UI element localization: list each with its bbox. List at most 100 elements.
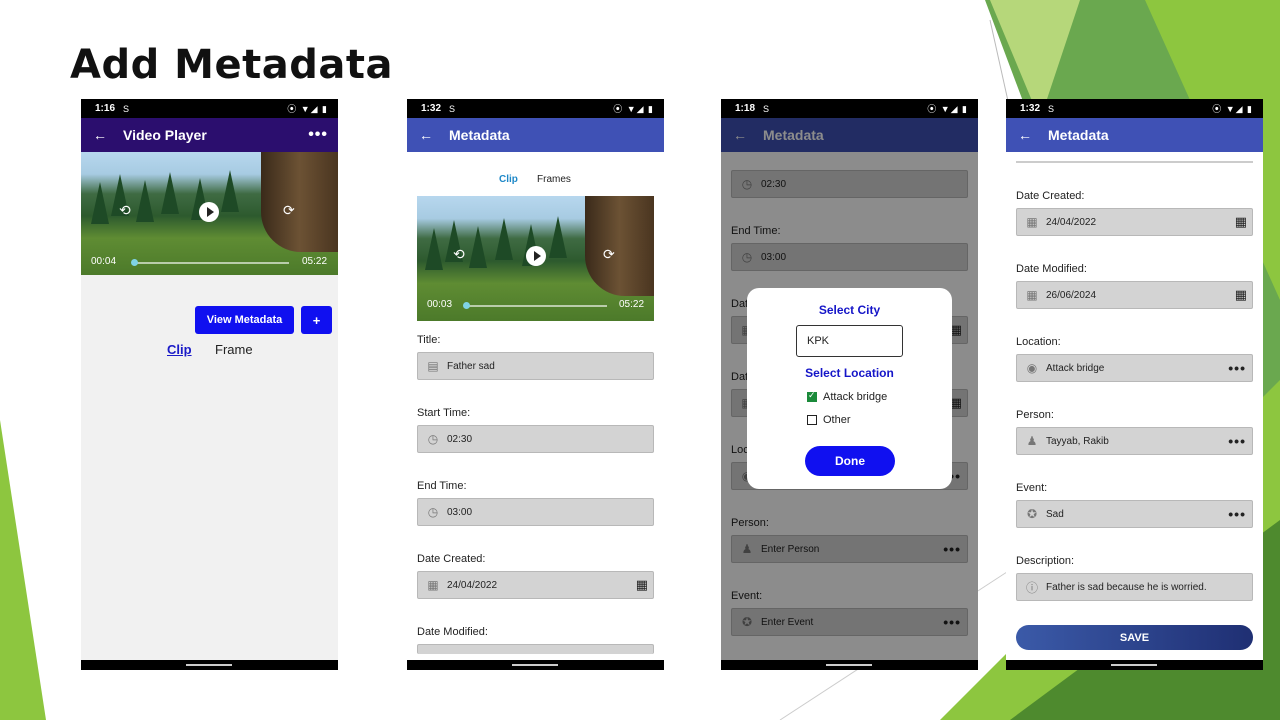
appbar-title: Metadata (1048, 127, 1109, 143)
status-icons: ⦿ ▼◢ ▮ (927, 104, 968, 114)
sync-icon: S (1048, 103, 1055, 114)
done-button[interactable]: Done (805, 446, 895, 476)
person-field[interactable]: ♟ Tayyab, Rakib ••• (1016, 427, 1253, 455)
select-location-title: Select Location (805, 366, 894, 380)
select-city-title: Select City (818, 303, 881, 317)
location-field[interactable]: ◉ Attack bridge ••• (1016, 354, 1253, 382)
description-value: Father is sad because he is worried. (1046, 581, 1207, 593)
event-value: Sad (1046, 508, 1064, 520)
status-icons: ⦿ ▼◢ ▮ (287, 104, 328, 114)
date-modified-label: Date Modified: (1016, 263, 1087, 275)
person-icon: ♟ (1026, 434, 1038, 448)
nav-bar (81, 660, 338, 670)
play-icon[interactable] (199, 202, 219, 222)
clock-icon: ◷ (427, 505, 439, 519)
slide-title: Add Metadata (70, 42, 393, 88)
more-options-icon[interactable]: ••• (308, 126, 328, 144)
date-created-label: Date Created: (1016, 190, 1085, 202)
app-bar: ← Video Player ••• (81, 118, 338, 152)
location-icon: ◉ (1026, 361, 1038, 375)
location-label: Location: (1016, 336, 1061, 348)
back-arrow-icon[interactable]: ← (93, 127, 123, 143)
calendar-picker-icon[interactable]: ▦ (636, 577, 648, 593)
nav-bar (407, 660, 664, 670)
seek-bar[interactable] (467, 305, 607, 307)
view-metadata-button[interactable]: View Metadata (195, 306, 294, 334)
checkbox-checked-icon[interactable] (807, 390, 817, 402)
date-modified-label: Date Modified: (417, 626, 488, 638)
phone-video-player: 1:16 S ⦿ ▼◢ ▮ ← Video Player ••• ⟲ ⟳ 00:… (81, 99, 338, 670)
back-arrow-icon[interactable]: ← (1018, 127, 1048, 143)
status-bar: 1:32 S ⦿ ▼◢ ▮ (407, 99, 664, 118)
start-time-value: 02:30 (447, 433, 473, 445)
calendar-icon: ▦ (427, 578, 439, 592)
event-label: Event: (1016, 482, 1048, 494)
add-button[interactable]: + (301, 306, 332, 334)
duration: 05:22 (619, 299, 645, 310)
play-icon[interactable] (526, 246, 546, 266)
sync-icon: S (763, 103, 770, 114)
city-value: KPK (807, 335, 830, 347)
calendar-picker-icon[interactable]: ▦ (1235, 287, 1247, 303)
description-label: Description: (1016, 555, 1075, 567)
calendar-picker-icon[interactable]: ▦ (1235, 214, 1247, 230)
sync-icon: S (123, 103, 130, 114)
video-player[interactable]: ⟲ ⟳ 00:03 05:22 (417, 196, 654, 321)
checkbox-unchecked-icon[interactable] (807, 415, 817, 425)
option-other[interactable]: Other (807, 414, 851, 426)
seek-knob[interactable] (463, 302, 470, 309)
current-time: 00:03 (427, 299, 453, 310)
status-bar: 1:32 S ⦿ ▼◢ ▮ (1006, 99, 1263, 118)
end-time-value: 03:00 (447, 506, 473, 518)
appbar-title: Video Player (123, 127, 207, 143)
sync-icon: S (449, 103, 456, 114)
option-attack-bridge[interactable]: Attack bridge (807, 390, 888, 403)
document-icon: ▤ (427, 359, 439, 373)
info-icon: ⓘ (1025, 580, 1038, 595)
tab-frame[interactable]: Frame (215, 342, 253, 357)
status-time: 1:16 (95, 103, 116, 114)
save-button[interactable]: SAVE (1016, 625, 1253, 650)
phone-metadata-details: 1:32 S ⦿ ▼◢ ▮ ← Metadata Date Created: ▦… (1006, 99, 1263, 670)
more-options-icon[interactable]: ••• (1228, 360, 1246, 376)
status-time: 1:18 (735, 103, 756, 114)
start-time-field[interactable]: ◷ 02:30 (417, 425, 654, 453)
more-options-icon[interactable]: ••• (1228, 506, 1246, 522)
option-label: Attack bridge (823, 391, 888, 403)
forward-10-icon[interactable]: ⟳ (603, 246, 615, 263)
date-created-field[interactable]: ▦ 24/04/2022 ▦ (417, 571, 654, 599)
end-time-label: End Time: (417, 480, 467, 492)
tab-frames[interactable]: Frames (537, 174, 571, 185)
seek-bar[interactable] (133, 262, 289, 264)
end-time-field[interactable]: ◷ 03:00 (417, 498, 654, 526)
tab-clip[interactable]: Clip (499, 174, 518, 185)
select-city-dialog: Select City KPK Select Location Attack b… (747, 288, 952, 489)
start-time-label: Start Time: (417, 407, 471, 419)
clock-icon: ◷ (427, 432, 439, 446)
back-arrow-icon[interactable]: ← (419, 127, 449, 143)
status-time: 1:32 (421, 103, 442, 114)
nav-bar (721, 660, 978, 670)
rewind-10-icon[interactable]: ⟲ (119, 202, 131, 219)
forward-10-icon[interactable]: ⟳ (283, 202, 295, 219)
title-field[interactable]: ▤ Father sad (417, 352, 654, 380)
city-input[interactable]: KPK (796, 325, 903, 357)
video-player[interactable]: ⟲ ⟳ 00:04 05:22 (81, 152, 338, 275)
duration: 05:22 (302, 256, 328, 267)
date-created-value: 24/04/2022 (1046, 216, 1097, 228)
rewind-10-icon[interactable]: ⟲ (453, 246, 465, 263)
calendar-icon: ▦ (1026, 215, 1038, 229)
date-created-field[interactable]: ▦ 24/04/2022 ▦ (1016, 208, 1253, 236)
current-time: 00:04 (91, 256, 117, 267)
status-icons: ⦿ ▼◢ ▮ (613, 104, 654, 114)
person-value: Tayyab, Rakib (1046, 435, 1109, 447)
date-modified-value: 26/06/2024 (1046, 289, 1097, 301)
date-modified-field[interactable] (417, 644, 654, 654)
tab-clip[interactable]: Clip (167, 342, 192, 357)
description-field[interactable]: ⓘ Father is sad because he is worried. (1016, 573, 1253, 601)
event-field[interactable]: ✪ Sad ••• (1016, 500, 1253, 528)
seek-knob[interactable] (131, 259, 138, 266)
location-value: Attack bridge (1046, 362, 1105, 374)
more-options-icon[interactable]: ••• (1228, 433, 1246, 449)
date-modified-field[interactable]: ▦ 26/06/2024 ▦ (1016, 281, 1253, 309)
